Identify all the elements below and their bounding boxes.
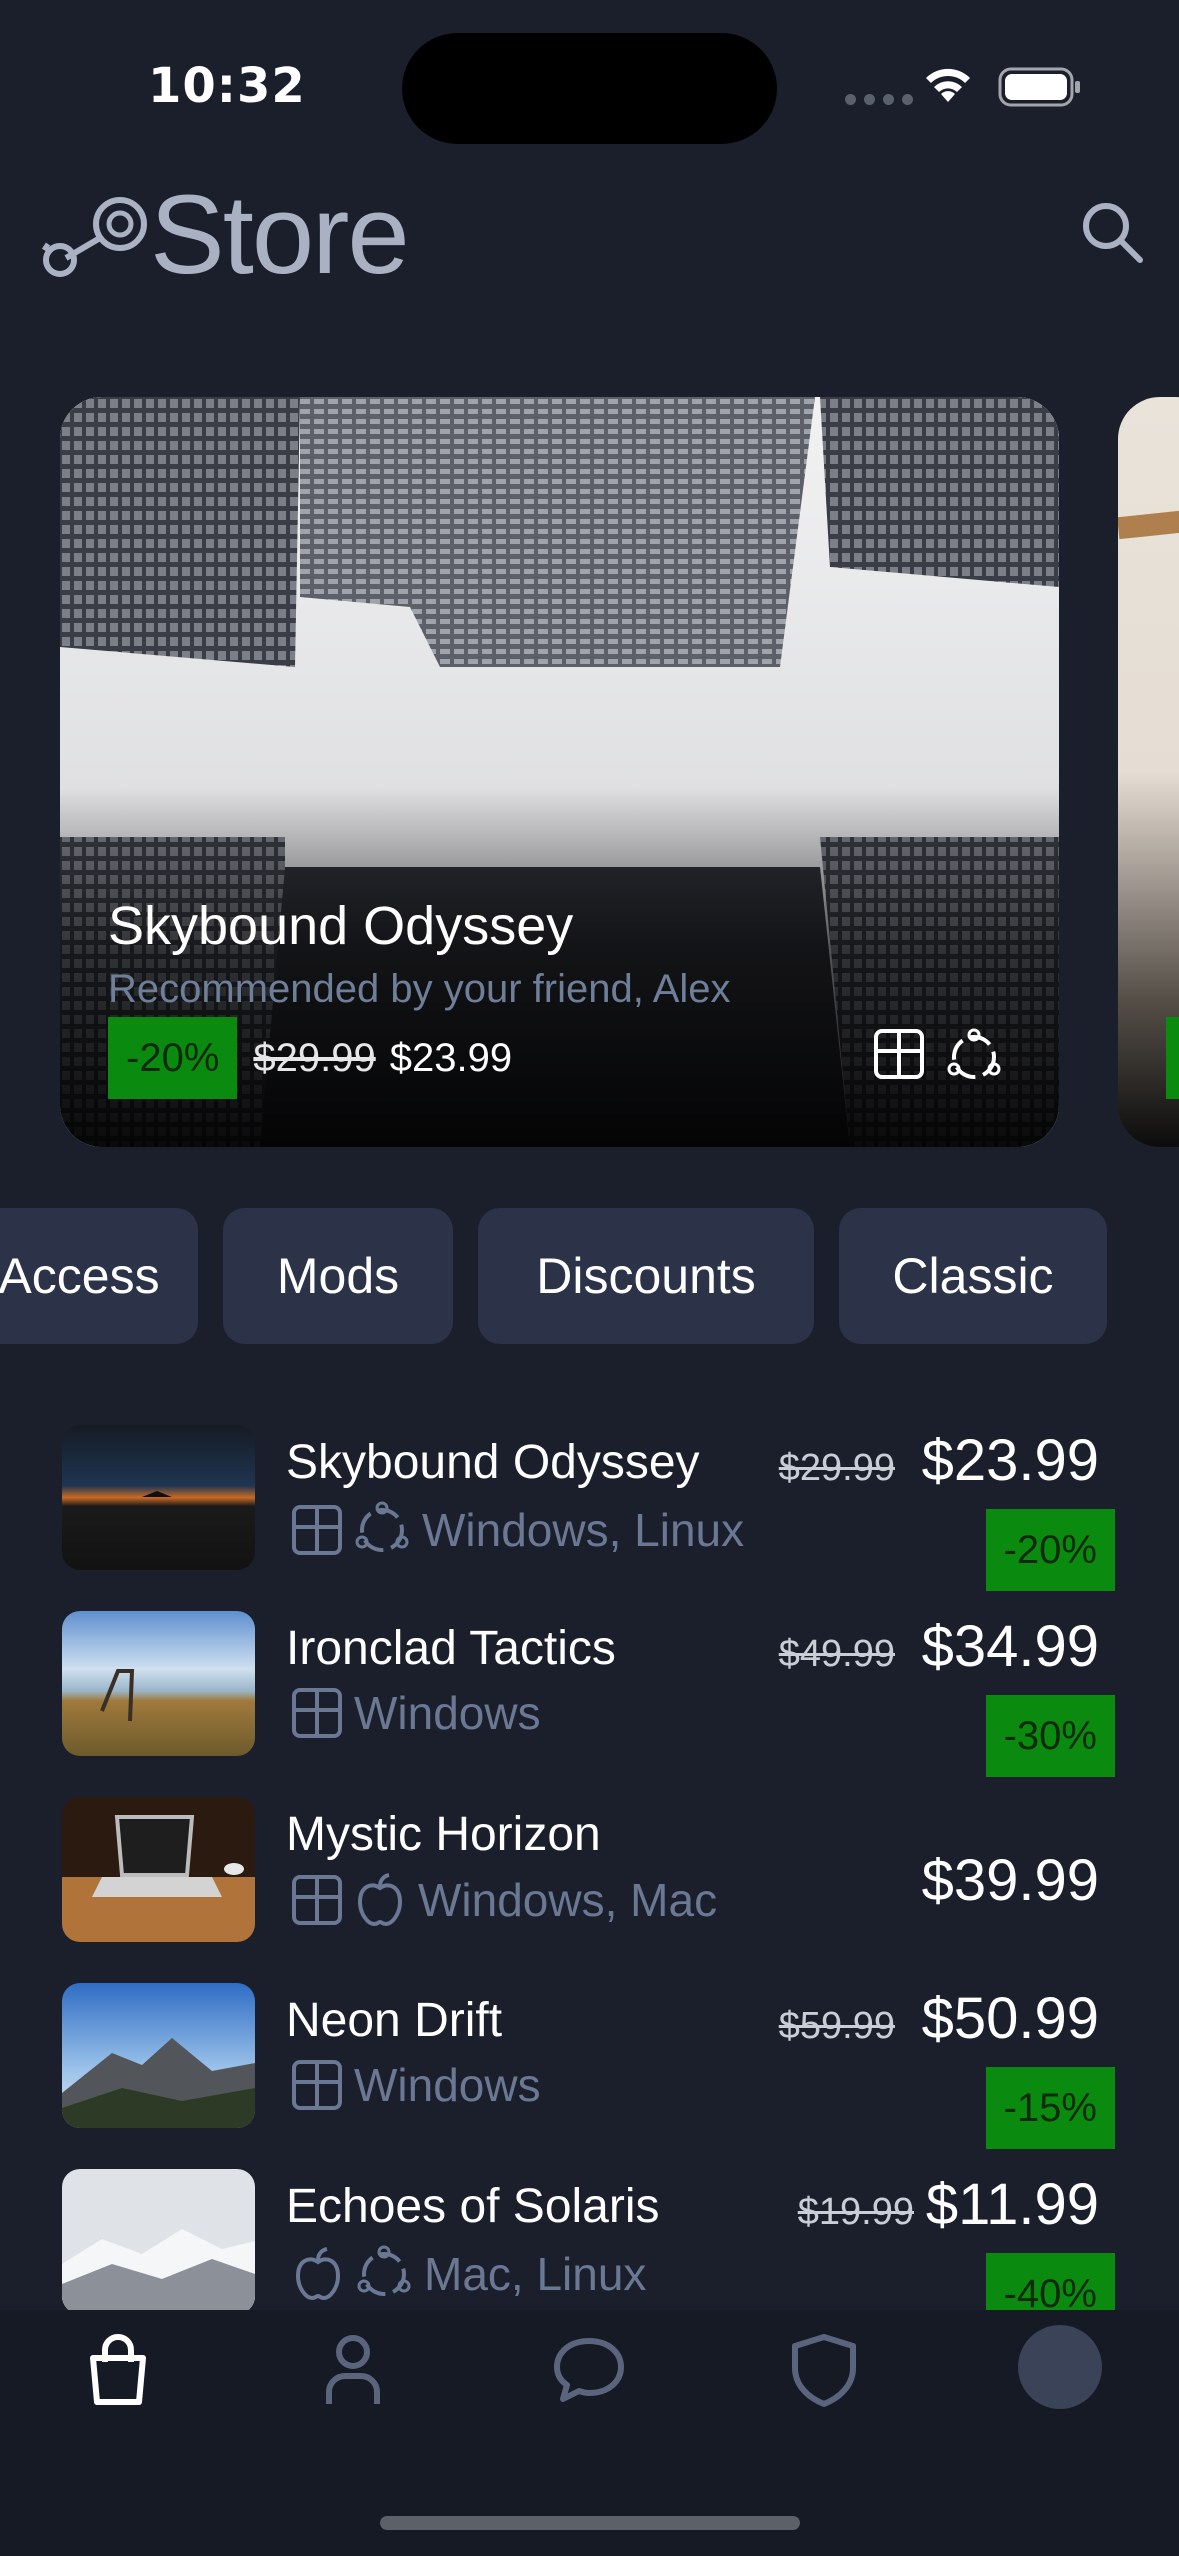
featured-price-row: -20% $29.99 $23.99 [108, 1017, 512, 1099]
tab-profile[interactable] [313, 2330, 393, 2410]
discount-badge: -15% [985, 2067, 1115, 2149]
game-thumbnail [62, 2169, 255, 2314]
wifi-icon [922, 64, 974, 108]
original-price: $29.99 [253, 1035, 376, 1080]
featured-title: Skybound Odyssey [108, 896, 574, 956]
steam-logo-icon [40, 192, 150, 286]
platforms-label: Windows [354, 1687, 541, 1739]
category-chip[interactable]: Classic [839, 1208, 1107, 1344]
avatar[interactable] [1018, 2325, 1102, 2409]
platforms-label: Mac, Linux [424, 2248, 647, 2300]
game-title: Skybound Odyssey [286, 1436, 700, 1489]
game-thumbnail [62, 1425, 255, 1570]
original-price: $29.99 [778, 1447, 895, 1489]
game-list-item[interactable]: Neon Drift Windows $59.99 $50.99 -15% [0, 1983, 1179, 2149]
status-time: 10:32 [148, 58, 306, 114]
tab-store[interactable] [78, 2330, 158, 2410]
search-icon [1083, 203, 1143, 263]
search-button[interactable] [1078, 198, 1148, 268]
game-thumbnail [62, 1797, 255, 1942]
original-price: $19.99 [797, 2191, 914, 2233]
final-price: $34.99 [921, 1614, 1099, 1679]
game-thumbnail [62, 1611, 255, 1756]
profile-icon [326, 2335, 380, 2404]
discount-badge: -30% [985, 1695, 1115, 1777]
windows-icon [292, 2060, 342, 2110]
game-platforms: Windows, Mac [290, 1872, 717, 1928]
linux-icon [947, 1028, 1001, 1079]
featured-subtitle: Recommended by your friend, Alex [108, 967, 731, 1011]
final-price: $11.99 [925, 2172, 1099, 2237]
game-thumbnail [62, 1983, 255, 2128]
windows-icon [874, 1029, 924, 1079]
windows-icon [292, 1875, 342, 1925]
game-title: Echoes of Solaris [286, 2180, 660, 2233]
home-indicator [380, 2516, 800, 2530]
chat-icon [554, 2338, 624, 2402]
game-title: Mystic Horizon [286, 1808, 601, 1861]
featured-platforms [872, 1027, 1004, 1087]
final-price: $23.99 [921, 1428, 1099, 1493]
platforms-label: Windows [354, 2059, 541, 2111]
game-title: Neon Drift [286, 1994, 503, 2047]
dynamic-island [402, 33, 777, 144]
tab-chat[interactable] [549, 2330, 629, 2410]
category-chip[interactable]: Mods [223, 1208, 453, 1344]
game-list-item[interactable]: Skybound Odyssey Windows, Linux $29.99 $… [0, 1425, 1179, 1591]
linux-icon [355, 1501, 409, 1552]
featured-game-card[interactable]: Skybound Odyssey Recommended by your fri… [60, 397, 1059, 1147]
page-title: Store [150, 172, 410, 297]
final-price: $23.99 [389, 1035, 513, 1080]
game-list-item[interactable]: Ironclad Tactics Windows $49.99 $34.99 -… [0, 1611, 1179, 1777]
windows-icon [292, 1505, 342, 1555]
game-platforms: Windows, Linux [290, 1500, 744, 1560]
store-bag-icon [90, 2334, 146, 2405]
apple-icon [357, 1873, 403, 1927]
battery-icon [998, 66, 1082, 112]
next-card-discount-badge [1166, 1017, 1179, 1099]
original-price: $49.99 [778, 1633, 895, 1675]
game-list-item[interactable]: Mystic Horizon Windows, Mac $39.99 [0, 1797, 1179, 1947]
game-list-item[interactable]: Echoes of Solaris Mac, Linux $19.99 $11.… [0, 2169, 1179, 2335]
discount-badge: -20% [985, 1509, 1115, 1591]
discount-badge: -20% [108, 1017, 238, 1099]
game-platforms: Windows [290, 1686, 541, 1740]
game-title: Ironclad Tactics [286, 1622, 616, 1675]
final-price: $39.99 [921, 1848, 1099, 1913]
game-platforms: Windows [290, 2058, 541, 2112]
original-price: $59.99 [778, 2005, 895, 2047]
shield-icon [792, 2334, 856, 2407]
cellular-signal-icon [845, 94, 913, 105]
linux-icon [357, 2245, 411, 2296]
category-chips: Access Mods Discounts Classic [0, 1208, 1179, 1344]
category-chip[interactable]: Discounts [478, 1208, 814, 1344]
final-price: $50.99 [921, 1986, 1099, 2051]
apple-icon [295, 2247, 341, 2301]
platforms-label: Windows, Mac [418, 1874, 718, 1926]
game-platforms: Mac, Linux [290, 2244, 646, 2304]
category-chip[interactable]: Access [0, 1208, 198, 1344]
platforms-label: Windows, Linux [422, 1504, 745, 1556]
tab-security[interactable] [784, 2330, 864, 2410]
windows-icon [292, 1688, 342, 1738]
